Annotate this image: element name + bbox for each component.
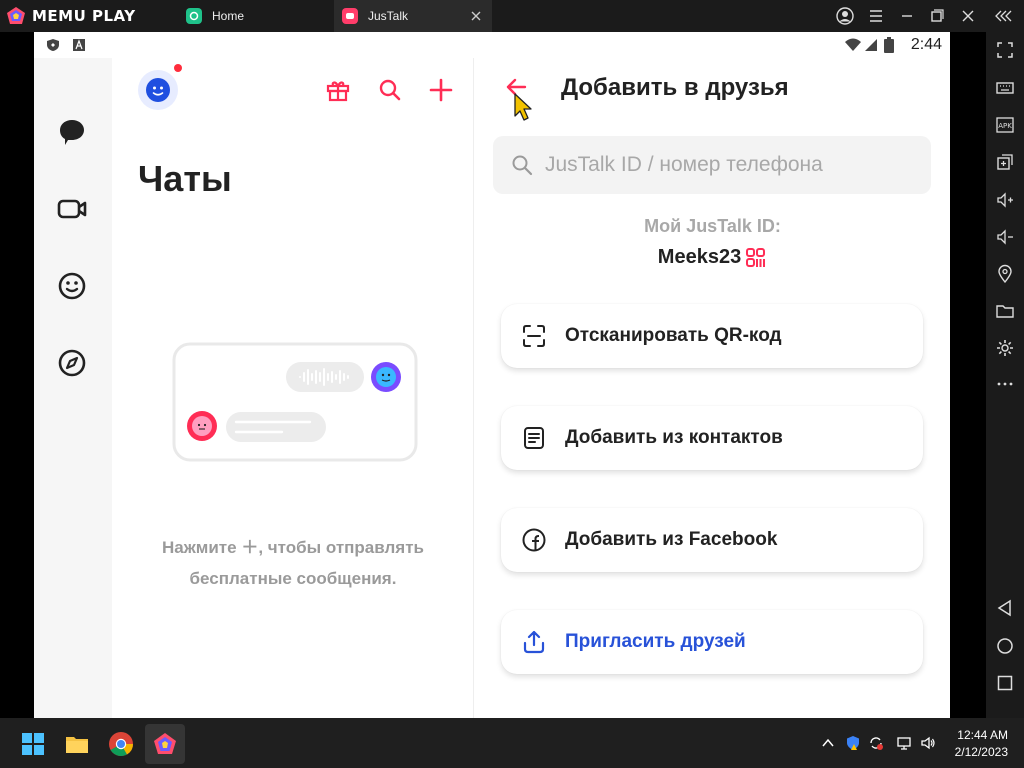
empty-chats-message: Нажмите ＋, чтобы отправлять бесплатные с… xyxy=(112,532,474,594)
home-icon xyxy=(186,8,202,24)
location-icon[interactable] xyxy=(995,264,1015,284)
my-id-label: Мой JusTalk ID: xyxy=(644,216,781,236)
close-window-icon[interactable] xyxy=(958,6,978,26)
add-icon[interactable] xyxy=(427,76,455,104)
settings-icon[interactable] xyxy=(995,338,1015,358)
qr-code-icon[interactable] xyxy=(745,247,767,269)
wifi-icon xyxy=(845,38,861,51)
status-time: 2:44 xyxy=(910,36,942,53)
add-friends-panel: Добавить в друзья Мой JusTalk ID: Meeks2… xyxy=(475,58,950,718)
keyboard-icon[interactable] xyxy=(995,78,1015,98)
invite-friends-button[interactable]: Пригласить друзей xyxy=(501,610,923,674)
share-icon xyxy=(523,630,545,654)
chat-bubble-icon[interactable] xyxy=(56,116,88,148)
volume-down-icon[interactable] xyxy=(995,227,1015,247)
android-back-icon[interactable] xyxy=(995,598,1015,618)
file-explorer-icon[interactable] xyxy=(64,731,90,757)
scan-qr-label: Отсканировать QR-код xyxy=(565,325,782,346)
clock-time: 12:44 AM xyxy=(957,728,1008,742)
android-status-bar: 2:44 xyxy=(34,32,950,58)
add-from-contacts-button[interactable]: Добавить из контактов xyxy=(501,406,923,470)
folder-icon[interactable] xyxy=(995,301,1015,321)
my-id-row: Meeks23 xyxy=(475,246,950,269)
tab-justalk[interactable]: JusTalk xyxy=(334,0,492,32)
scan-qr-button[interactable]: Отсканировать QR-код xyxy=(501,304,923,368)
menu-icon[interactable] xyxy=(866,6,886,26)
volume-tray-icon[interactable] xyxy=(920,735,936,751)
contacts-icon xyxy=(524,427,544,449)
empty-chats-illustration xyxy=(172,342,418,462)
memu-taskbar-icon[interactable] xyxy=(152,731,178,757)
smiley-icon[interactable] xyxy=(56,270,88,302)
my-id-value: Meeks23 xyxy=(657,246,742,268)
fullscreen-icon[interactable] xyxy=(995,40,1015,60)
minimize-icon[interactable] xyxy=(897,6,917,26)
facebook-icon xyxy=(522,528,546,552)
tab-home-label: Home xyxy=(212,9,245,23)
tab-justalk-label: JusTalk xyxy=(368,9,409,23)
multi-instance-icon[interactable] xyxy=(995,152,1015,172)
emulator-toolbar: APK xyxy=(986,32,1024,718)
apk-install-icon[interactable]: APK xyxy=(995,115,1015,135)
brand-name: MEMU PLAY xyxy=(32,7,136,25)
avatar-face-icon xyxy=(146,78,170,102)
empty-chats-line-1: Нажмите ＋, чтобы отправлять xyxy=(162,538,424,557)
avatar[interactable] xyxy=(138,70,178,110)
memu-logo: MEMU PLAY xyxy=(6,6,136,26)
text-indicator-icon xyxy=(73,39,85,51)
close-tab-icon[interactable] xyxy=(468,8,484,24)
tab-home[interactable]: Home xyxy=(180,0,330,32)
account-icon[interactable] xyxy=(835,6,855,26)
emulator-title-bar: MEMU PLAY Home JusTalk xyxy=(0,0,1024,32)
security-tray-icon[interactable] xyxy=(845,735,861,751)
volume-up-icon[interactable] xyxy=(995,190,1015,210)
android-screen: 2:44 Чаты Нажмите ＋, чтобы отправлять бе… xyxy=(34,32,950,718)
svg-text:APK: APK xyxy=(998,122,1012,130)
battery-icon xyxy=(884,37,894,53)
shield-icon xyxy=(47,39,59,51)
system-clock[interactable]: 12:44 AM 2/12/2023 xyxy=(955,727,1008,761)
cell-signal-icon xyxy=(865,39,877,51)
add-from-contacts-label: Добавить из контактов xyxy=(565,427,783,448)
search-input[interactable] xyxy=(545,153,905,177)
invite-friends-label: Пригласить друзей xyxy=(565,631,746,652)
gift-icon[interactable] xyxy=(324,76,352,104)
memu-logo-icon xyxy=(7,7,25,24)
add-from-facebook-button[interactable]: Добавить из Facebook xyxy=(501,508,923,572)
android-home-icon[interactable] xyxy=(995,636,1015,656)
notification-dot xyxy=(174,64,182,72)
nav-rail xyxy=(34,58,112,718)
page-title: Чаты xyxy=(138,158,232,199)
chrome-icon[interactable] xyxy=(108,731,134,757)
mouse-cursor-icon xyxy=(514,93,532,121)
android-recents-icon[interactable] xyxy=(995,673,1015,693)
search-box xyxy=(493,136,931,194)
chevron-up-icon[interactable] xyxy=(820,735,836,751)
empty-chats-line-2: бесплатные сообщения. xyxy=(189,569,397,588)
search-field-icon xyxy=(512,155,533,176)
search-icon[interactable] xyxy=(376,76,404,104)
collapse-sidebar-icon[interactable] xyxy=(992,6,1012,26)
more-icon[interactable] xyxy=(995,374,1015,394)
compass-icon[interactable] xyxy=(56,347,88,379)
sync-tray-icon[interactable] xyxy=(868,735,884,751)
windows-taskbar: 12:44 AM 2/12/2023 xyxy=(0,718,1024,768)
clock-date: 2/12/2023 xyxy=(954,745,1008,759)
add-from-facebook-label: Добавить из Facebook xyxy=(565,529,778,550)
maximize-icon[interactable] xyxy=(927,6,947,26)
qr-scan-icon xyxy=(523,325,545,347)
justalk-app-icon xyxy=(342,8,358,24)
windows-start-icon[interactable] xyxy=(20,731,46,757)
video-call-icon[interactable] xyxy=(56,193,88,225)
network-tray-icon[interactable] xyxy=(896,735,912,751)
chats-panel: Чаты Нажмите ＋, чтобы отправлять бесплат… xyxy=(112,58,474,718)
add-friends-title: Добавить в друзья xyxy=(561,74,789,101)
